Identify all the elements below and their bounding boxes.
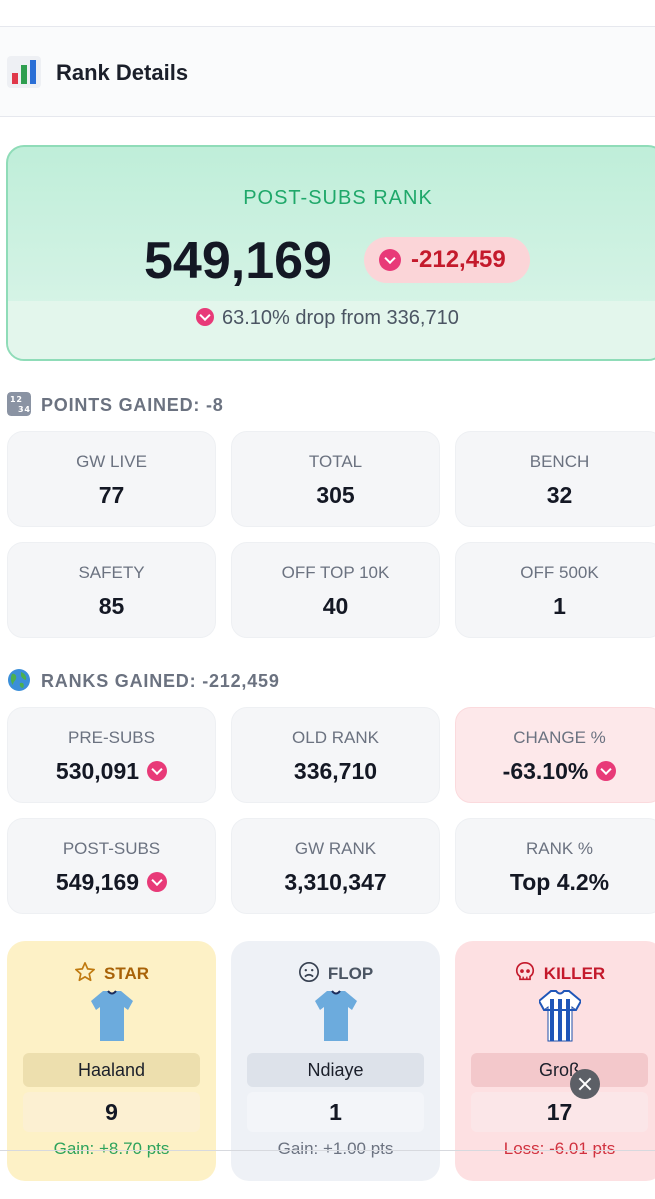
hero-label: POST-SUBS RANK — [243, 187, 433, 209]
stat-label: SAFETY — [78, 563, 145, 582]
stat-value: -63.10% — [456, 758, 655, 785]
stat-value: 32 — [546, 482, 573, 508]
stat-label: CHANGE % — [513, 728, 606, 747]
down-arrow-icon — [596, 761, 617, 781]
rank-card-rank-pct: RANK % Top 4.2% — [455, 818, 655, 914]
stat-label: OLD RANK — [292, 728, 379, 747]
flop-player-card[interactable]: FLOP Ndiaye 1 Gain: +1.00 pts — [231, 941, 440, 1181]
player-points: 17 — [471, 1092, 648, 1132]
shirt-icon — [539, 990, 581, 1042]
card-tag: STAR — [103, 964, 149, 983]
stat-value: 40 — [322, 593, 349, 619]
card-title: KILLER — [455, 961, 655, 984]
stat-label: GW RANK — [294, 839, 377, 858]
points-gained-heading: 12 34 POINTS GAINED: -8 — [7, 392, 224, 416]
rank-card-pre-subs: PRE-SUBS 530,091 — [7, 707, 216, 803]
stat-value-text: 549,169 — [55, 869, 140, 895]
shirt-icon — [91, 990, 133, 1041]
down-arrow-icon — [147, 872, 168, 892]
stat-label: OFF 500K — [520, 563, 599, 582]
player-points: 9 — [23, 1092, 200, 1132]
stat-value: 1 — [553, 593, 566, 619]
stat-label: TOTAL — [308, 452, 363, 471]
star-player-card[interactable]: STAR Haaland 9 Gain: +8.70 pts — [7, 941, 216, 1181]
ranks-gained-title: RANKS GAINED: -212,459 — [41, 671, 280, 691]
stat-value-text: -63.10% — [502, 758, 589, 784]
down-arrow-icon — [196, 308, 214, 326]
star-icon — [74, 962, 95, 982]
globe-icon — [8, 669, 30, 691]
stat-card-gw-live: GW LIVE 77 — [7, 431, 216, 527]
player-gain: Gain: +8.70 pts — [53, 1139, 170, 1158]
bottom-divider — [0, 1150, 655, 1151]
rank-card-old-rank: OLD RANK 336,710 — [231, 707, 440, 803]
stat-value: 305 — [316, 482, 355, 508]
ranks-gained-heading: RANKS GAINED: -212,459 — [7, 668, 280, 692]
player-points: 1 — [247, 1092, 424, 1132]
stat-card-safety: SAFETY 85 — [7, 542, 216, 638]
stat-value: 85 — [98, 593, 125, 619]
rank-card-post-subs: POST-SUBS 549,169 — [7, 818, 216, 914]
stat-label: RANK % — [525, 839, 594, 858]
rank-drop-label: 63.10% drop from 336,710 — [222, 307, 459, 329]
down-arrow-icon — [379, 249, 401, 271]
post-subs-rank-value: 549,169 — [144, 232, 332, 290]
skull-icon — [515, 962, 534, 981]
svg-text:34: 34 — [18, 405, 31, 414]
stat-label: GW LIVE — [76, 452, 147, 471]
player-gain: Loss: -6.01 pts — [503, 1139, 616, 1158]
stat-value: 336,710 — [293, 758, 378, 784]
stat-value: 549,169 — [8, 869, 215, 896]
player-gain: Gain: +1.00 pts — [277, 1139, 394, 1158]
card-title: FLOP — [231, 961, 440, 984]
card-title: STAR — [7, 961, 216, 984]
rank-change-value: -212,459 — [411, 246, 506, 273]
numbers-icon: 12 34 — [7, 392, 31, 416]
stat-value: 530,091 — [8, 758, 215, 785]
card-tag: KILLER — [543, 964, 606, 983]
stat-label: BENCH — [529, 452, 590, 471]
post-subs-rank-card: POST-SUBS RANK 549,169 -212,459 63.10% d… — [6, 145, 655, 361]
stat-card-off-500k: OFF 500K 1 — [455, 542, 655, 638]
player-name: Ndiaye — [247, 1053, 424, 1087]
killer-player-card[interactable]: KILLER Groß 17 Loss: -6.01 pts — [455, 941, 655, 1181]
player-name: Haaland — [23, 1053, 200, 1087]
close-button[interactable] — [570, 1069, 600, 1099]
shirt-icon — [315, 990, 357, 1041]
rank-card-gw-rank: GW RANK 3,310,347 — [231, 818, 440, 914]
stat-label: OFF TOP 10K — [281, 563, 390, 582]
down-arrow-icon — [147, 761, 168, 781]
card-tag: FLOP — [327, 964, 374, 983]
bar-chart-icon — [7, 56, 41, 88]
page-title: Rank Details — [56, 60, 189, 85]
rank-card-change-pct: CHANGE % -63.10% — [455, 707, 655, 803]
page-header: Rank Details — [0, 27, 655, 117]
rank-drop-text: 63.10% drop from 336,710 — [196, 307, 459, 330]
stat-label: PRE-SUBS — [68, 728, 155, 747]
stat-label: POST-SUBS — [62, 839, 161, 858]
stat-card-off-top-10k: OFF TOP 10K 40 — [231, 542, 440, 638]
rank-change-badge: -212,459 — [364, 237, 530, 283]
sad-face-icon — [298, 962, 319, 982]
player-name: Groß — [471, 1053, 648, 1087]
stat-value: 3,310,347 — [284, 869, 387, 895]
stat-value: 77 — [98, 482, 125, 508]
stat-value-text: 530,091 — [55, 758, 140, 784]
stat-card-total: TOTAL 305 — [231, 431, 440, 527]
svg-text:12: 12 — [10, 395, 23, 404]
stat-card-bench: BENCH 32 — [455, 431, 655, 527]
stat-value: Top 4.2% — [509, 869, 610, 895]
points-gained-title: POINTS GAINED: -8 — [41, 395, 224, 415]
